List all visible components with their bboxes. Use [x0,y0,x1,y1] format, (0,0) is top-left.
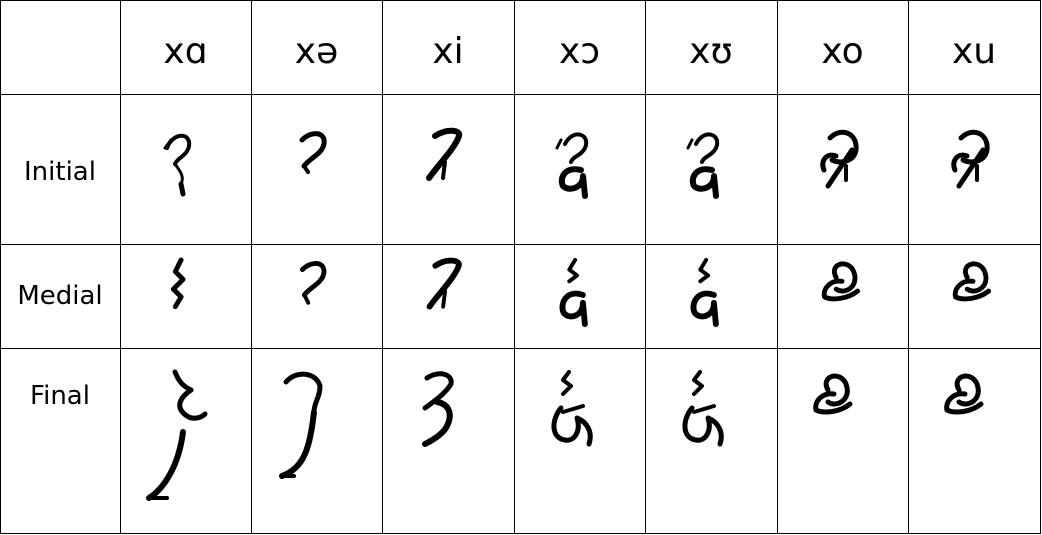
medial-form-glyph-6 [821,261,860,302]
column-header: xɑ [163,30,208,72]
column-header: xə [294,30,339,72]
medial-form-glyph-3 [426,257,462,310]
final-form-glyph-5 [682,370,724,447]
initial-form-glyph-6 [819,129,859,189]
medial-form-glyph-2 [299,261,326,305]
final-form-glyph-1 [145,369,207,501]
column-header: xʊ [689,30,733,72]
initial-form-glyph-4 [555,132,588,199]
table-horizontal-line [0,243,1041,245]
final-form-glyph-6 [812,373,852,415]
final-form-glyph-2 [278,371,322,479]
column-header: xu [951,30,997,72]
initial-form-glyph-2 [299,131,327,174]
final-form-glyph-7 [944,373,984,415]
table-horizontal-line [0,347,1041,349]
medial-form-glyph-4 [559,257,588,328]
row-label-initial: Initial [24,157,96,187]
column-header: xi [432,30,464,72]
initial-form-glyph-7 [951,129,990,189]
final-form-glyph-3 [422,371,454,447]
table-horizontal-line [0,0,1041,1]
table-horizontal-line [0,532,1041,534]
final-form-glyph-4 [551,370,593,447]
letter-forms-table: xɑ xə xi xɔ xʊ xo xu Initial Medial Final [0,0,1042,535]
medial-form-glyph-1 [170,257,186,310]
initial-form-glyph-5 [686,132,720,199]
row-label-medial: Medial [17,281,103,311]
medial-form-glyph-7 [952,261,992,302]
column-header: xɔ [558,30,601,72]
medial-form-glyph-5 [690,257,719,328]
column-header: xo [821,30,864,72]
initial-form-glyph-1 [163,133,191,197]
table-vertical-line [0,0,1,534]
row-label-final: Final [30,381,90,411]
initial-form-glyph-3 [426,127,463,181]
